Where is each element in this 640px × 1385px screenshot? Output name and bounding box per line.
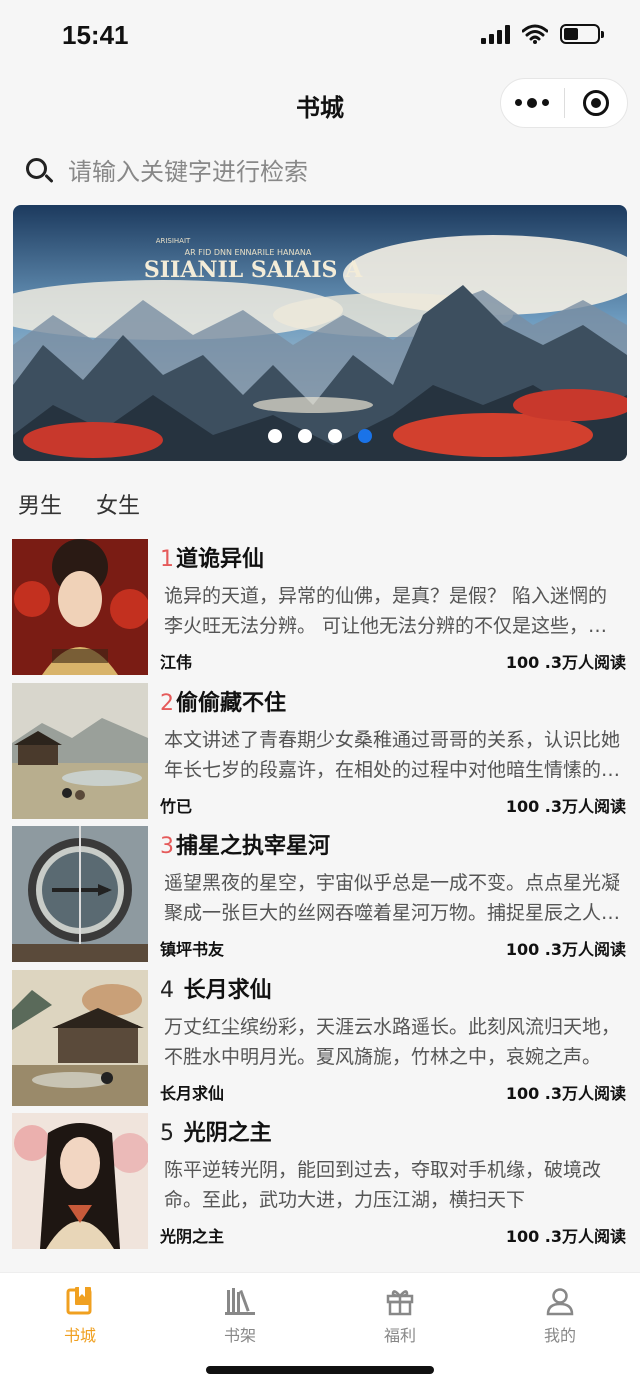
book-author: 光阴之主: [160, 1227, 225, 1246]
book-cover: [12, 1113, 148, 1249]
book-title-row: 3捕星之执宰星河: [160, 828, 626, 860]
home-indicator: [206, 1366, 434, 1374]
book-cover: [12, 969, 148, 1106]
book-title-row: 2偷偷藏不住: [160, 685, 626, 717]
book-title: 捕星之执宰星河: [176, 834, 331, 859]
book-reads: 100 .3万人阅读: [505, 940, 626, 959]
banner-title: SIIANIL SAIAIS A: [144, 257, 363, 283]
bookshelf-icon: [225, 1288, 255, 1315]
book-cover: [12, 826, 148, 962]
book-author: 江伟: [160, 653, 193, 672]
book-item[interactable]: 3捕星之执宰星河 遥望黑夜的星空，宇宙似乎总是一成不变。点点星光凝聚成一张巨大的…: [12, 826, 632, 970]
status-icons: [481, 24, 604, 44]
book-rank: 3: [160, 834, 174, 859]
book-cover: [12, 539, 148, 675]
carousel-dot[interactable]: [268, 429, 282, 443]
search-bar[interactable]: [26, 150, 616, 194]
tabbar-label: 我的: [543, 1326, 576, 1345]
book-description: 诡异的天道，异常的仙佛，是真？是假？ 陷入迷惘的李火旺无法分辨。 可让他无法分辨…: [164, 585, 608, 637]
tabbar-item-welfare[interactable]: 福利: [320, 1273, 480, 1353]
mini-program-capsule: [500, 78, 628, 128]
banner-carousel[interactable]: ARISIHAIT AR FID DNN ENNARILE HANANA SII…: [13, 205, 627, 461]
search-icon: [26, 158, 54, 186]
banner-image: ARISIHAIT AR FID DNN ENNARILE HANANA SII…: [13, 205, 627, 461]
signal-icon: [481, 24, 510, 44]
banner-subtext: AR FID DNN ENNARILE HANANA: [185, 248, 312, 257]
battery-icon: [560, 24, 604, 44]
book-author: 镇坪书友: [160, 940, 225, 959]
book-description: 陈平逆转光阴，能回到过去，夺取对手机缘，破境改命。至此，武功大进，力压江湖，横扫…: [164, 1159, 602, 1211]
book-author: 竹已: [160, 796, 193, 816]
tabbar-item-bookshelf[interactable]: 书架: [160, 1273, 320, 1353]
book-list: 1道诡异仙 诡异的天道，异常的仙佛，是真？是假？ 陷入迷惘的李火旺无法分辨。 可…: [12, 539, 632, 1257]
carousel-dot-active[interactable]: [358, 429, 372, 443]
tabbar-item-bookstore[interactable]: 书城: [0, 1273, 160, 1353]
tabbar-label: 福利: [383, 1326, 416, 1345]
book-reads: 100 .3万人阅读: [505, 796, 626, 816]
book-item[interactable]: 1道诡异仙 诡异的天道，异常的仙佛，是真？是假？ 陷入迷惘的李火旺无法分辨。 可…: [12, 539, 632, 683]
tab-male[interactable]: 男生: [18, 488, 62, 520]
book-rank: 4: [160, 977, 174, 1003]
tabbar-label: 书架: [223, 1326, 256, 1345]
book-description: 遥望黑夜的星空，宇宙似乎总是一成不变。点点星光凝聚成一张巨大的丝网吞噬着星河万物…: [164, 872, 621, 924]
book-icon: [66, 1287, 92, 1315]
book-reads: 100 .3万人阅读: [505, 1083, 626, 1103]
book-description: 万丈红尘缤纷彩，天涯云水路遥长。此刻风流归天地，不胜水中明月光。夏风旖旎，竹林之…: [164, 1015, 621, 1068]
more-button[interactable]: [501, 97, 564, 108]
book-title-row: 4 长月求仙: [160, 972, 626, 1004]
carousel-dots: [13, 429, 627, 443]
book-rank: 1: [160, 547, 174, 572]
user-icon: [546, 1288, 574, 1316]
close-button[interactable]: [565, 90, 628, 116]
search-input[interactable]: [68, 158, 588, 186]
status-time: 15:41: [62, 20, 129, 50]
book-description: 本文讲述了青春期少女桑稚通过哥哥的关系，认识比她年长七岁的段嘉许，在相处的过程中…: [164, 728, 621, 781]
bottom-tab-bar: 书城 书架 福利 我的: [0, 1272, 640, 1385]
book-author: 长月求仙: [160, 1083, 225, 1103]
nav-header: 书城: [0, 72, 640, 136]
book-item[interactable]: 2偷偷藏不住 本文讲述了青春期少女桑稚通过哥哥的关系，认识比她年长七岁的段嘉许，…: [12, 682, 632, 827]
book-item[interactable]: 4 长月求仙 万丈红尘缤纷彩，天涯云水路遥长。此刻风流归天地，不胜水中明月光。夏…: [12, 969, 632, 1114]
book-title: 道诡异仙: [176, 547, 265, 572]
tab-female[interactable]: 女生: [96, 488, 140, 520]
category-tabs: 男生 女生: [18, 488, 140, 520]
book-title: 长月求仙: [183, 977, 272, 1003]
carousel-dot[interactable]: [298, 429, 312, 443]
carousel-dot[interactable]: [328, 429, 342, 443]
gift-icon: [386, 1290, 414, 1316]
book-rank: 5: [160, 1121, 174, 1146]
banner-subtext-top: ARISIHAIT: [156, 237, 191, 245]
book-title: 光阴之主: [183, 1121, 272, 1146]
status-bar: 15:41: [0, 0, 640, 72]
book-title-row: 1道诡异仙: [160, 541, 626, 573]
tabbar-label: 书城: [63, 1326, 96, 1345]
wifi-icon: [522, 24, 548, 44]
book-cover: [12, 682, 148, 819]
tabbar-item-mine[interactable]: 我的: [480, 1273, 640, 1353]
target-icon: [582, 90, 609, 116]
book-title: 偷偷藏不住: [176, 690, 287, 716]
book-title-row: 5 光阴之主: [160, 1115, 626, 1147]
book-rank: 2: [160, 690, 174, 716]
book-reads: 100 .3万人阅读: [505, 1227, 626, 1246]
book-reads: 100 .3万人阅读: [505, 653, 626, 672]
book-item[interactable]: 5 光阴之主 陈平逆转光阴，能回到过去，夺取对手机缘，破境改命。至此，武功大进，…: [12, 1113, 632, 1257]
